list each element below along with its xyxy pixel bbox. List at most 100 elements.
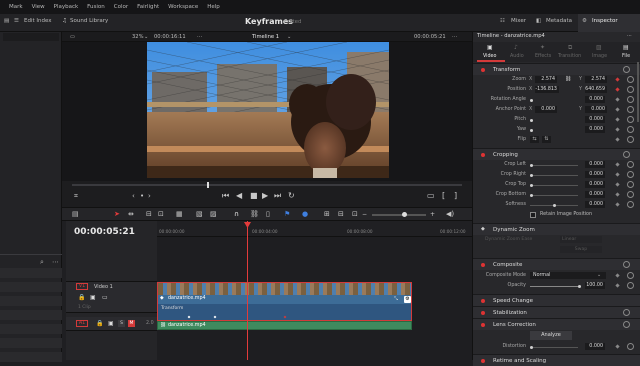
keyframe-icon[interactable] [615,344,620,349]
slider-handle[interactable] [530,129,533,132]
zoom-level[interactable]: 32% [132,34,144,40]
list-item[interactable] [0,282,62,292]
layout-icon[interactable]: ▤ [72,210,79,218]
menu-fusion[interactable]: Fusion [87,4,105,10]
list-item[interactable] [0,296,62,306]
flag-icon[interactable]: ⚑ [284,210,290,218]
rotation-field[interactable]: 0.000 [585,96,605,103]
slider-handle[interactable] [578,285,581,288]
keyframe-icon[interactable] [615,202,620,207]
lock-icon[interactable]: 🔒 [96,320,103,327]
options-icon[interactable]: ⋯ [452,34,457,40]
auto-select-icon[interactable]: ▣ [90,294,96,301]
section-enable-dot[interactable] [481,311,485,315]
menu-playback[interactable]: Playback [54,4,79,10]
marker-icon[interactable]: ● [302,210,308,218]
crop-left-field[interactable]: 0.000 [585,161,605,168]
dynamic-trim-icon[interactable]: ⊟ [146,210,152,218]
crop-top-field[interactable]: 0.000 [585,181,605,188]
analyze-button[interactable]: Analyze [530,331,572,340]
overwrite-clip-icon[interactable]: ▧ [196,210,203,218]
jog-dot-icon[interactable]: • [140,192,144,200]
search-icon[interactable]: ⌕ [40,258,44,267]
edit-index-icon[interactable]: ☰ [14,18,19,24]
timeline-name[interactable]: Timeline 1 [252,34,279,40]
keyframe-icon[interactable] [615,137,620,142]
anchor-x-field[interactable]: 0.000 [535,106,557,113]
keyframe-marker[interactable] [213,315,217,319]
position-lock-icon[interactable]: ▯ [266,210,270,218]
slider-handle[interactable] [530,164,533,167]
reset-icon[interactable] [627,86,634,93]
timeline-dropdown-icon[interactable]: ⌄ [287,34,291,40]
keyframe-icon[interactable] [615,182,620,187]
reset-icon[interactable] [627,96,634,103]
video-clip[interactable]: ◆ danzatrice.mp4 Transform ⚙ ⤡ [157,282,412,321]
slider-handle[interactable] [553,204,556,207]
link-icon[interactable]: ⛓ [250,210,259,218]
video-frame[interactable] [147,42,389,178]
crop-icon[interactable]: ⌗ [74,192,78,201]
flip-vertical-icon[interactable]: ⇅ [542,136,551,143]
cropping-section-header[interactable]: Cropping [473,148,640,160]
reset-icon[interactable] [627,181,634,188]
jog-left-icon[interactable]: ‹ [132,192,135,200]
last-frame-icon[interactable]: ⏭ [274,191,281,201]
tab-video[interactable]: ▣ Video [477,42,505,62]
chevron-down-icon[interactable]: ⌄ [597,272,601,278]
zoom-slider[interactable] [372,214,426,216]
reset-icon[interactable] [627,76,634,83]
reset-icon[interactable] [623,261,630,268]
keyframe-icon[interactable] [615,172,620,177]
section-enable-dot[interactable] [481,153,485,157]
reset-icon[interactable] [623,66,630,73]
tab-file[interactable]: ▤ File [613,42,639,62]
reset-icon[interactable] [627,272,634,279]
position-x-field[interactable]: -136.813 [535,86,559,93]
inspector-icon[interactable]: ⚙ [582,18,587,24]
opacity-slider-track[interactable] [530,286,578,287]
keyframe-marker[interactable] [187,315,191,319]
slider-handle[interactable] [530,99,533,102]
crop-right-field[interactable]: 0.000 [585,171,605,178]
slider-track[interactable] [530,347,578,348]
section-enable-dot[interactable] [481,263,485,267]
keyframe-icon[interactable] [615,117,620,122]
pitch-field[interactable]: 0.000 [585,116,605,123]
retain-checkbox[interactable] [530,212,536,218]
keyframe-curve-icon[interactable]: ⤡ [394,296,398,302]
flip-horizontal-icon[interactable]: ⇆ [530,136,539,143]
zoom-full-icon[interactable]: ⊞ [324,210,330,218]
composite-mode-dropdown[interactable]: Normal [530,272,606,279]
options-icon[interactable]: ⋯ [627,33,632,39]
disable-track-icon[interactable]: ▭ [102,294,108,301]
reset-icon[interactable] [627,201,634,208]
reset-icon[interactable] [627,161,634,168]
section-enable-dot[interactable] [481,323,485,327]
keyframe-icon[interactable] [615,87,620,92]
options-icon[interactable]: ⋯ [52,258,59,266]
yaw-field[interactable]: 0.000 [585,126,605,133]
jog-right-icon[interactable]: › [148,192,151,200]
speed-change-section-header[interactable]: Speed Change [473,294,640,306]
trim-tool-icon[interactable]: ⇹ [128,210,134,218]
slider-track[interactable] [530,185,578,186]
scrubber-handle[interactable] [207,182,209,188]
section-enable-dot[interactable] [481,299,485,303]
list-item[interactable] [0,268,62,278]
zoom-out-icon[interactable]: − [362,211,367,218]
stabilization-section-header[interactable]: Stabilization [473,306,640,318]
keyframe-icon[interactable] [615,127,620,132]
tab-audio[interactable]: ♪ Audio [505,42,531,62]
keyframe-icon[interactable] [615,77,620,82]
keyframe-icon[interactable] [615,273,620,278]
menu-color[interactable]: Color [114,4,128,10]
mark-out-icon[interactable]: ] [454,191,457,200]
select-tool-icon[interactable]: ➤ [114,210,120,218]
menu-workspace[interactable]: Workspace [168,4,198,10]
menu-fairlight[interactable]: Fairlight [137,4,159,10]
playhead[interactable] [247,221,248,360]
zoom-slider-handle[interactable] [402,212,407,217]
mute-button[interactable]: M [128,320,135,327]
mixer-icon[interactable]: ☷ [500,18,505,24]
